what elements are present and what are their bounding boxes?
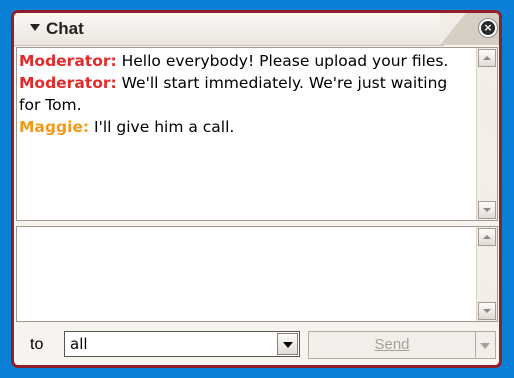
send-bar: to all Send xyxy=(14,324,499,365)
message-sender: Moderator: xyxy=(19,52,117,70)
message-text: Hello everybody! Please upload your file… xyxy=(116,52,449,70)
recipient-dropdown-button[interactable] xyxy=(277,333,298,355)
send-button[interactable]: Send xyxy=(308,331,476,359)
input-scrollbar[interactable] xyxy=(476,227,497,321)
message-item: Moderator: Hello everybody! Please uploa… xyxy=(19,50,469,72)
collapse-triangle-icon[interactable] xyxy=(30,24,40,31)
arrow-down-icon xyxy=(483,309,491,313)
scroll-up-button[interactable] xyxy=(478,228,496,246)
message-sender: Maggie: xyxy=(19,118,90,136)
message-item: Moderator: We'll start immediately. We'r… xyxy=(19,72,469,116)
arrow-down-icon xyxy=(483,208,491,212)
title-bar: Chat × xyxy=(14,13,499,46)
to-label: to xyxy=(30,336,44,353)
message-item: Maggie: I'll give him a call. xyxy=(19,116,469,138)
chevron-down-icon xyxy=(480,343,490,349)
panel-title: Chat xyxy=(46,19,84,38)
message-sender: Moderator: xyxy=(19,74,117,92)
scroll-down-button[interactable] xyxy=(478,302,496,320)
close-button[interactable]: × xyxy=(478,18,498,38)
send-options-button[interactable] xyxy=(476,331,496,359)
arrow-up-icon xyxy=(483,56,491,60)
arrow-up-icon xyxy=(483,235,491,239)
recipient-select[interactable]: all xyxy=(64,331,300,357)
chevron-down-icon xyxy=(283,342,293,348)
message-text: I'll give him a call. xyxy=(89,118,235,136)
chat-panel: Chat × Moderator: Hello everybody! Pleas… xyxy=(11,10,502,368)
close-icon: × xyxy=(481,21,495,35)
scroll-up-button[interactable] xyxy=(478,49,496,67)
message-scrollbar[interactable] xyxy=(476,48,497,220)
message-list: Moderator: Hello everybody! Please uploa… xyxy=(19,50,469,138)
send-label: Send xyxy=(374,336,410,353)
title-tab[interactable]: Chat xyxy=(14,13,444,46)
message-history[interactable]: Moderator: Hello everybody! Please uploa… xyxy=(16,47,498,221)
recipient-value: all xyxy=(70,335,88,353)
message-input[interactable] xyxy=(16,226,498,322)
scroll-down-button[interactable] xyxy=(478,201,496,219)
